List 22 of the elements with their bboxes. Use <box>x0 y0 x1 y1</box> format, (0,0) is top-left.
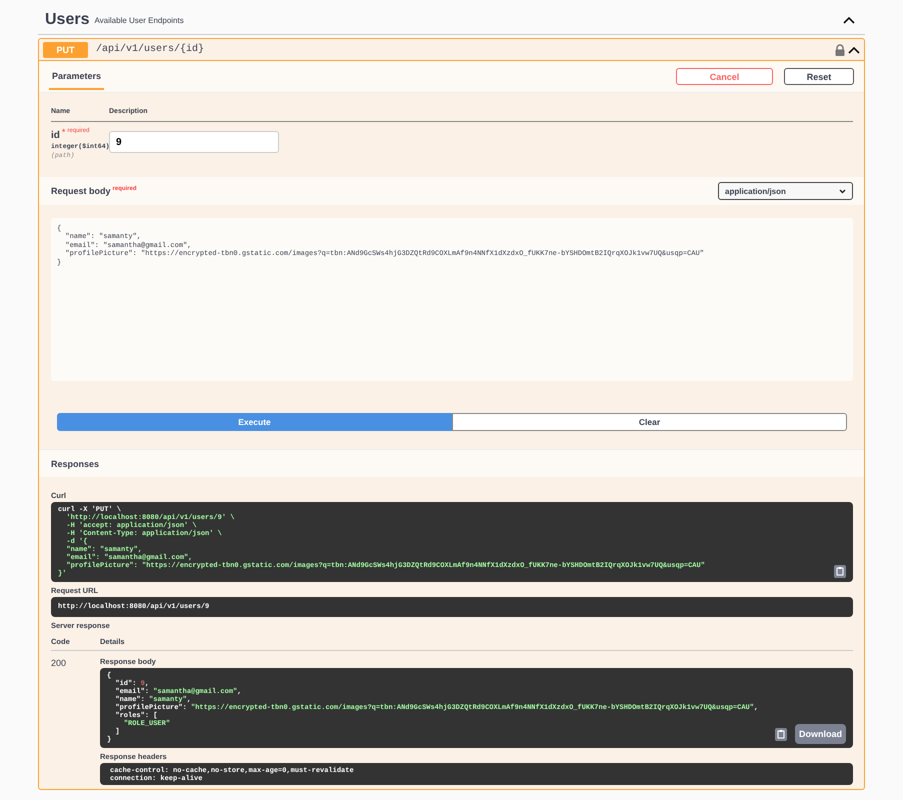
copy-icon[interactable] <box>775 728 787 740</box>
download-button[interactable]: Download <box>795 724 846 744</box>
reset-button[interactable]: Reset <box>784 68 854 85</box>
required-asterisk: * <box>62 127 66 137</box>
parameters-tab[interactable]: Parameters <box>49 63 104 90</box>
chevron-icon[interactable] <box>848 46 860 54</box>
section-title[interactable]: Users <box>45 11 90 29</box>
required-label: required <box>112 186 137 192</box>
status-code: 200 <box>51 657 68 670</box>
caret-icon <box>839 188 846 194</box>
method-badge: PUT <box>43 42 88 58</box>
section-description: Available User Endpoints <box>94 16 185 24</box>
content-type-dropdown[interactable]: application/json <box>718 182 853 200</box>
chevron-icon[interactable] <box>843 16 855 24</box>
id-input-field[interactable]: 9 <box>109 131 279 153</box>
responses-title: Responses <box>51 458 100 468</box>
required-label: required <box>67 128 90 134</box>
lock-icon[interactable] <box>835 44 845 56</box>
request-body-title: Request body <box>51 186 111 196</box>
clear-button[interactable]: Clear <box>452 413 847 431</box>
endpoint-path[interactable]: /api/v1/users/{id} <box>96 44 835 55</box>
parameter-name: id <box>51 130 60 141</box>
